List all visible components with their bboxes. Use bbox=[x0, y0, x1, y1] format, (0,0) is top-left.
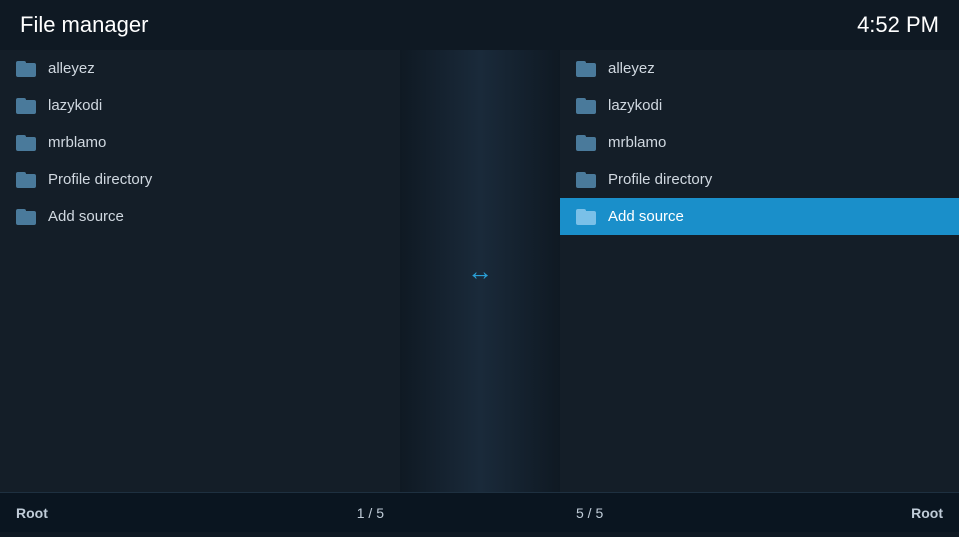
right-item-add-source-label: Add source bbox=[608, 208, 684, 225]
left-item-profile-directory-label: Profile directory bbox=[48, 171, 152, 188]
folder-icon bbox=[16, 61, 36, 77]
left-item-mrblamo[interactable]: mrblamo bbox=[0, 124, 400, 161]
right-item-add-source[interactable]: Add source bbox=[560, 198, 959, 235]
left-item-add-source[interactable]: Add source bbox=[0, 198, 400, 235]
left-item-alleyez[interactable]: alleyez bbox=[0, 50, 400, 87]
right-footer-root-label: Root bbox=[911, 505, 943, 521]
folder-icon bbox=[16, 98, 36, 114]
left-item-mrblamo-label: mrblamo bbox=[48, 134, 106, 151]
left-item-lazykodi-label: lazykodi bbox=[48, 97, 102, 114]
right-item-lazykodi[interactable]: lazykodi bbox=[560, 87, 959, 124]
folder-icon bbox=[576, 61, 596, 77]
folder-icon bbox=[16, 209, 36, 225]
right-item-alleyez-label: alleyez bbox=[608, 60, 655, 77]
panel-divider: ↔ bbox=[400, 50, 560, 492]
left-footer-count: 1 / 5 bbox=[357, 505, 384, 521]
folder-icon bbox=[576, 135, 596, 151]
swap-arrows-icon: ↔ bbox=[467, 256, 493, 287]
right-item-profile-directory-label: Profile directory bbox=[608, 171, 712, 188]
left-file-list: alleyez lazykodi mrblamo Profile directo… bbox=[0, 50, 400, 235]
folder-icon bbox=[16, 135, 36, 151]
main-content: alleyez lazykodi mrblamo Profile directo… bbox=[0, 50, 959, 492]
header: File manager 4:52 PM bbox=[0, 0, 959, 50]
folder-icon bbox=[576, 98, 596, 114]
left-item-lazykodi[interactable]: lazykodi bbox=[0, 87, 400, 124]
footer-right: 5 / 5 Root bbox=[560, 505, 959, 521]
left-footer-root-label: Root bbox=[16, 505, 48, 521]
folder-icon bbox=[576, 209, 596, 225]
right-panel: alleyez lazykodi mrblamo Profile directo… bbox=[560, 50, 959, 492]
clock: 4:52 PM bbox=[857, 12, 939, 38]
folder-icon bbox=[16, 172, 36, 188]
left-item-alleyez-label: alleyez bbox=[48, 60, 95, 77]
right-item-alleyez[interactable]: alleyez bbox=[560, 50, 959, 87]
left-panel: alleyez lazykodi mrblamo Profile directo… bbox=[0, 50, 400, 492]
right-item-mrblamo-label: mrblamo bbox=[608, 134, 666, 151]
footer-left: Root 1 / 5 bbox=[0, 505, 400, 521]
left-item-add-source-label: Add source bbox=[48, 208, 124, 225]
right-item-mrblamo[interactable]: mrblamo bbox=[560, 124, 959, 161]
folder-icon bbox=[576, 172, 596, 188]
right-file-list: alleyez lazykodi mrblamo Profile directo… bbox=[560, 50, 959, 235]
app-title: File manager bbox=[20, 12, 148, 38]
left-item-profile-directory[interactable]: Profile directory bbox=[0, 161, 400, 198]
right-item-lazykodi-label: lazykodi bbox=[608, 97, 662, 114]
right-item-profile-directory[interactable]: Profile directory bbox=[560, 161, 959, 198]
right-footer-count: 5 / 5 bbox=[576, 505, 603, 521]
footer: Root 1 / 5 5 / 5 Root bbox=[0, 492, 959, 532]
